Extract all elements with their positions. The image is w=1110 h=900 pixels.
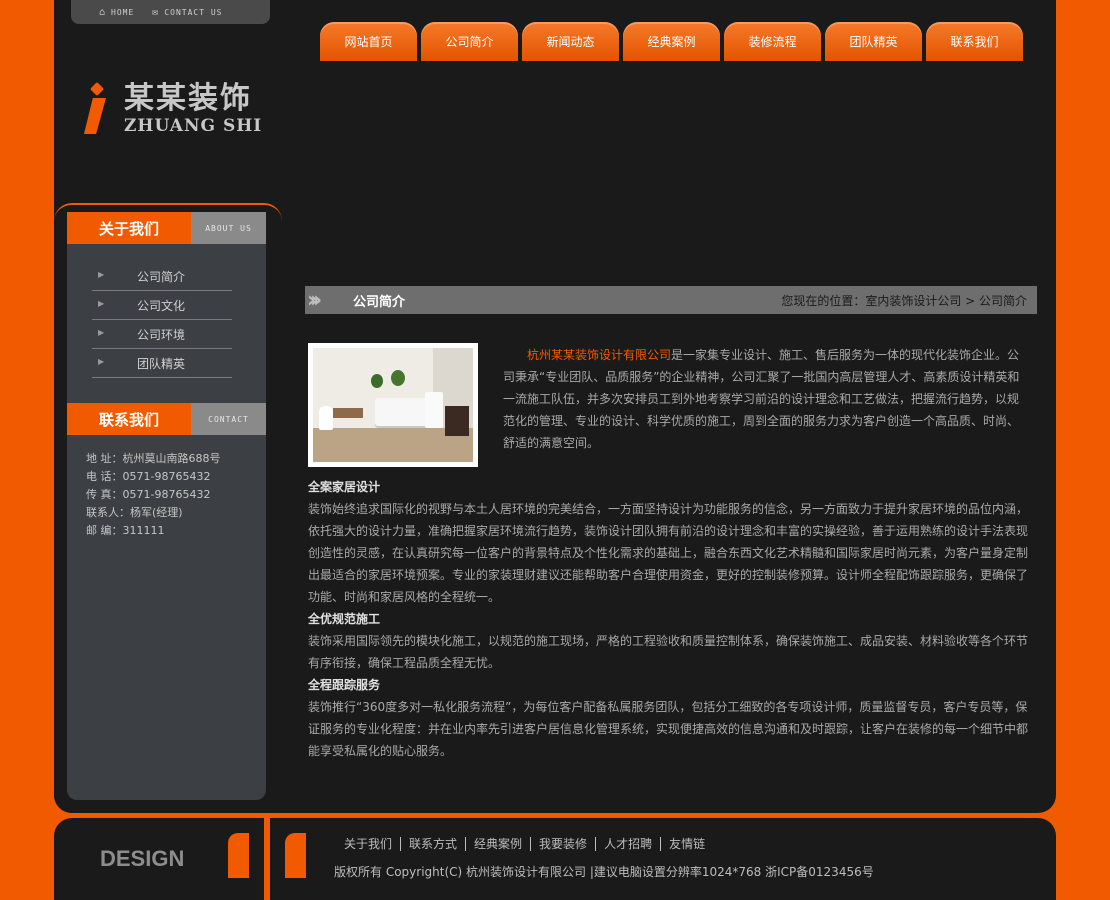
intro-paragraph: 杭州某某装饰设计有限公司是一家集专业设计、施工、售后服务为一体的现代化装饰企业。… [503, 344, 1023, 454]
sidebar-about-title: 关于我们 [67, 212, 191, 244]
logo-mark-icon [82, 81, 110, 134]
section-text: 装饰采用国际领先的模块化施工，以规范的施工现场，严格的工程验收和质量控制体系，确… [308, 634, 1029, 670]
sidebar-item-environment[interactable]: ▶ 公司环境 [92, 320, 232, 349]
home-link-label: HOME [111, 7, 135, 17]
logo-en: ZHUANG SHI [124, 116, 263, 136]
logo-cn: 某某装饰 [124, 81, 252, 116]
arrow-right-icon: ▶ [98, 328, 105, 337]
section-heading: 全优规范施工 [308, 612, 381, 626]
contact-phone: 电 话：0571-98765432 [86, 470, 211, 483]
nav-tab-contact[interactable]: 联系我们 [926, 22, 1023, 61]
contact-fax: 传 真：0571-98765432 [86, 488, 211, 501]
contact-link[interactable]: ✉ CONTACT US [152, 7, 222, 18]
nav-tab-home[interactable]: 网站首页 [320, 22, 417, 61]
sidebar-item-team[interactable]: ▶ 团队精英 [92, 349, 232, 378]
breadcrumb: ››› 公司简介 您现在的位置：室内装饰设计公司 > 公司简介 [305, 286, 1037, 314]
sidebar-item-label: 公司文化 [137, 298, 186, 313]
home-link[interactable]: ⌂ HOME [99, 7, 134, 18]
arrow-right-icon: ▶ [98, 270, 105, 279]
footer-design-logo: DESIGN [100, 846, 185, 871]
footer-link-cases[interactable]: 经典案例 [465, 837, 530, 851]
sidebar-contact-header: 联系我们 CONTACT [67, 403, 266, 435]
nav-tab-cases[interactable]: 经典案例 [623, 22, 720, 61]
mail-icon: ✉ [152, 6, 160, 18]
sidebar-about-header: 关于我们 ABOUT US [67, 212, 266, 244]
sidebar-about-en: ABOUT US [191, 212, 266, 244]
page-title: 公司简介 [353, 294, 406, 310]
room-image [313, 348, 473, 462]
footer-links: 关于我们 联系方式 经典案例 我要装修 人才招聘 友情链 [344, 837, 713, 851]
arrow-right-icon: ▶ [98, 357, 105, 366]
footer-accent-bar [285, 833, 306, 878]
contact-zip: 邮 编：311111 [86, 524, 165, 537]
nav-tab-news[interactable]: 新闻动态 [522, 22, 619, 61]
footer-divider [264, 818, 270, 900]
footer-accent-bar [228, 833, 249, 878]
section-heading: 全案家居设计 [308, 480, 381, 494]
nav-tab-process[interactable]: 装修流程 [724, 22, 821, 61]
sidebar-item-label: 公司简介 [137, 269, 186, 284]
contact-info: 地 址：杭州莫山南路688号 电 话：0571-98765432 传 真：057… [86, 450, 221, 540]
chevrons-icon: ››› [307, 287, 322, 313]
nav-tab-about[interactable]: 公司简介 [421, 22, 518, 61]
sidebar-contact-title: 联系我们 [67, 403, 191, 435]
footer-link-about[interactable]: 关于我们 [344, 837, 400, 851]
sidebar-item-culture[interactable]: ▶ 公司文化 [92, 291, 232, 320]
footer-link-renovate[interactable]: 我要装修 [530, 837, 595, 851]
breadcrumb-location: 您现在的位置：室内装饰设计公司 > 公司简介 [781, 293, 1027, 308]
footer-link-contact[interactable]: 联系方式 [400, 837, 465, 851]
sidebar-contact-en: CONTACT [191, 403, 266, 435]
sidebar-item-label: 公司环境 [137, 327, 186, 342]
footer-link-jobs[interactable]: 人才招聘 [595, 837, 660, 851]
arrow-right-icon: ▶ [98, 299, 105, 308]
contact-link-label: CONTACT US [164, 7, 223, 17]
sidebar-item-label: 团队精英 [137, 356, 186, 371]
content-body: 全案家居设计 装饰始终追求国际化的视野与本土人居环境的完美结合，一方面坚持设计为… [308, 476, 1030, 762]
section-text: 装饰始终追求国际化的视野与本土人居环境的完美结合，一方面坚持设计为功能服务的信念… [308, 502, 1029, 604]
section-text: 装饰推行“360度多对一私化服务流程”，为每位客户配备私属服务团队，包括分工细致… [308, 700, 1029, 758]
footer-link-friends[interactable]: 友情链 [660, 837, 713, 851]
intro-text: 是一家集专业设计、施工、售后服务为一体的现代化装饰企业。公司秉承“专业团队、品质… [503, 348, 1020, 450]
mini-nav: ⌂ HOME ✉ CONTACT US [71, 0, 270, 24]
section-heading: 全程跟踪服务 [308, 678, 381, 692]
logo[interactable]: 某某装饰 ZHUANG SHI [82, 82, 262, 136]
company-photo [308, 343, 478, 467]
copyright: 版权所有 Copyright(C) 杭州装饰设计有限公司 |建议电脑设置分辨率1… [334, 865, 874, 879]
sidebar-menu: ▶ 公司简介 ▶ 公司文化 ▶ 公司环境 ▶ 团队精英 [92, 262, 232, 378]
sidebar-item-profile[interactable]: ▶ 公司简介 [92, 262, 232, 291]
home-icon: ⌂ [99, 6, 107, 18]
footer [54, 818, 1056, 900]
contact-person: 联系人：杨军(经理) [86, 506, 183, 519]
main-nav: 网站首页 公司简介 新闻动态 经典案例 装修流程 团队精英 联系我们 [320, 22, 1023, 61]
company-name: 杭州某某装饰设计有限公司 [527, 348, 672, 362]
contact-address: 地 址：杭州莫山南路688号 [86, 452, 221, 465]
nav-tab-team[interactable]: 团队精英 [825, 22, 922, 61]
